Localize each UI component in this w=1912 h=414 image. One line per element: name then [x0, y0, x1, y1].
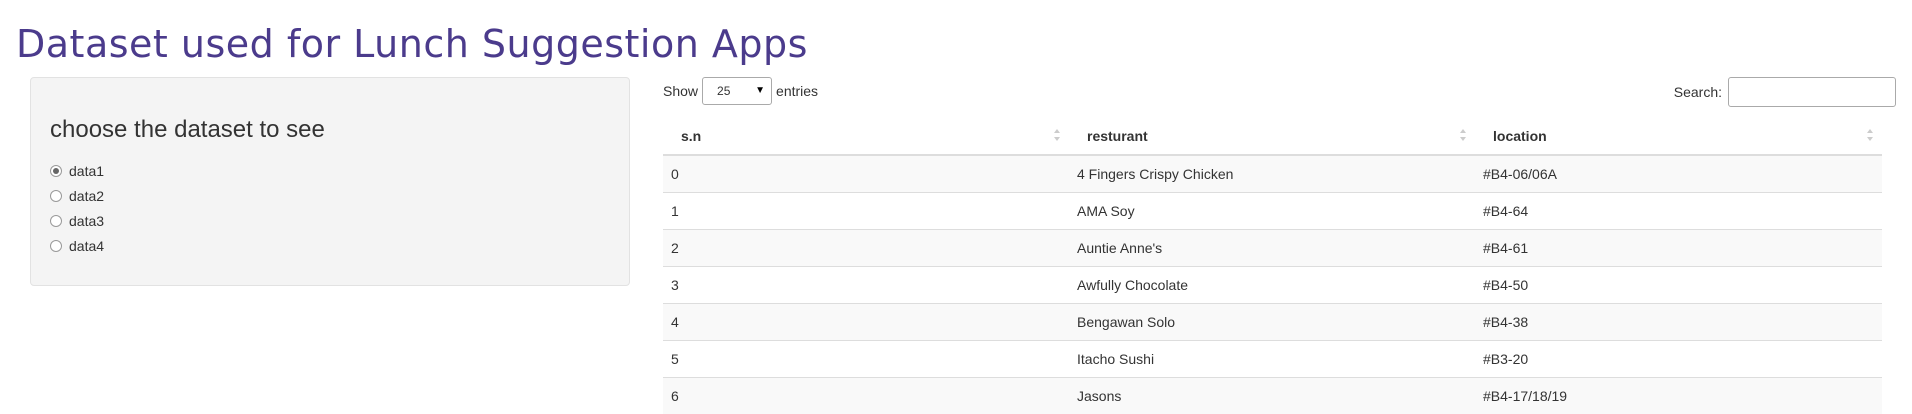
cell-sn: 1 [663, 193, 1069, 230]
entries-select[interactable]: 25 ▼ [702, 77, 772, 105]
radio-button-data4[interactable] [50, 240, 62, 252]
cell-location: #B4-61 [1475, 230, 1882, 267]
radio-label[interactable]: data4 [69, 238, 104, 254]
cell-sn: 5 [663, 341, 1069, 378]
radio-option-data3[interactable]: data3 [50, 208, 104, 233]
search-label: Search: [1674, 84, 1722, 100]
column-header-label: location [1493, 128, 1547, 144]
table-row: 0 4 Fingers Crispy Chicken #B4-06/06A [663, 155, 1882, 193]
cell-sn: 6 [663, 378, 1069, 414]
radio-label[interactable]: data1 [69, 163, 104, 179]
search-input[interactable] [1728, 77, 1896, 107]
cell-location: #B4-64 [1475, 193, 1882, 230]
entries-label: entries [776, 83, 818, 99]
sort-both-icon [1053, 128, 1061, 142]
cell-location: #B4-06/06A [1475, 155, 1882, 193]
cell-sn: 0 [663, 155, 1069, 193]
table-row: 2 Auntie Anne's #B4-61 [663, 230, 1882, 267]
cell-location: #B3-20 [1475, 341, 1882, 378]
radio-option-data1[interactable]: data1 [50, 158, 104, 183]
search-control: Search: [1674, 77, 1896, 107]
radio-button-data3[interactable] [50, 215, 62, 227]
data-table: s.n resturant location 0 4 Fingers Crisp… [663, 117, 1882, 414]
radio-button-data2[interactable] [50, 190, 62, 202]
dataset-radio-group: data1 data2 data3 data4 [50, 158, 104, 258]
table-row: 5 Itacho Sushi #B3-20 [663, 341, 1882, 378]
cell-sn: 4 [663, 304, 1069, 341]
table-row: 4 Bengawan Solo #B4-38 [663, 304, 1882, 341]
table-row: 1 AMA Soy #B4-64 [663, 193, 1882, 230]
cell-resturant: Bengawan Solo [1069, 304, 1475, 341]
table-row: 3 Awfully Chocolate #B4-50 [663, 267, 1882, 304]
page-title: Dataset used for Lunch Suggestion Apps [16, 22, 808, 66]
cell-resturant: AMA Soy [1069, 193, 1475, 230]
entries-select-value: 25 [717, 84, 730, 98]
sort-both-icon [1459, 128, 1467, 142]
chevron-down-icon: ▼ [755, 78, 765, 104]
radio-option-data4[interactable]: data4 [50, 233, 104, 258]
radio-option-data2[interactable]: data2 [50, 183, 104, 208]
panel-heading: choose the dataset to see [50, 116, 325, 144]
cell-location: #B4-17/18/19 [1475, 378, 1882, 414]
cell-resturant: 4 Fingers Crispy Chicken [1069, 155, 1475, 193]
cell-sn: 2 [663, 230, 1069, 267]
cell-location: #B4-50 [1475, 267, 1882, 304]
entries-length-control: Show 25 ▼ entries [663, 77, 818, 105]
cell-resturant: Itacho Sushi [1069, 341, 1475, 378]
radio-label[interactable]: data3 [69, 213, 104, 229]
column-header-label: resturant [1087, 128, 1148, 144]
cell-sn: 3 [663, 267, 1069, 304]
table-header-row: s.n resturant location [663, 117, 1882, 155]
radio-button-data1[interactable] [50, 165, 62, 177]
cell-resturant: Jasons [1069, 378, 1475, 414]
dataset-selector-panel: choose the dataset to see data1 data2 da… [30, 77, 630, 286]
sort-both-icon [1866, 128, 1874, 142]
cell-location: #B4-38 [1475, 304, 1882, 341]
show-label: Show [663, 83, 698, 99]
column-header-location[interactable]: location [1475, 117, 1882, 155]
table-row: 6 Jasons #B4-17/18/19 [663, 378, 1882, 414]
column-header-resturant[interactable]: resturant [1069, 117, 1475, 155]
radio-label[interactable]: data2 [69, 188, 104, 204]
column-header-sn[interactable]: s.n [663, 117, 1069, 155]
cell-resturant: Awfully Chocolate [1069, 267, 1475, 304]
cell-resturant: Auntie Anne's [1069, 230, 1475, 267]
column-header-label: s.n [681, 128, 701, 144]
